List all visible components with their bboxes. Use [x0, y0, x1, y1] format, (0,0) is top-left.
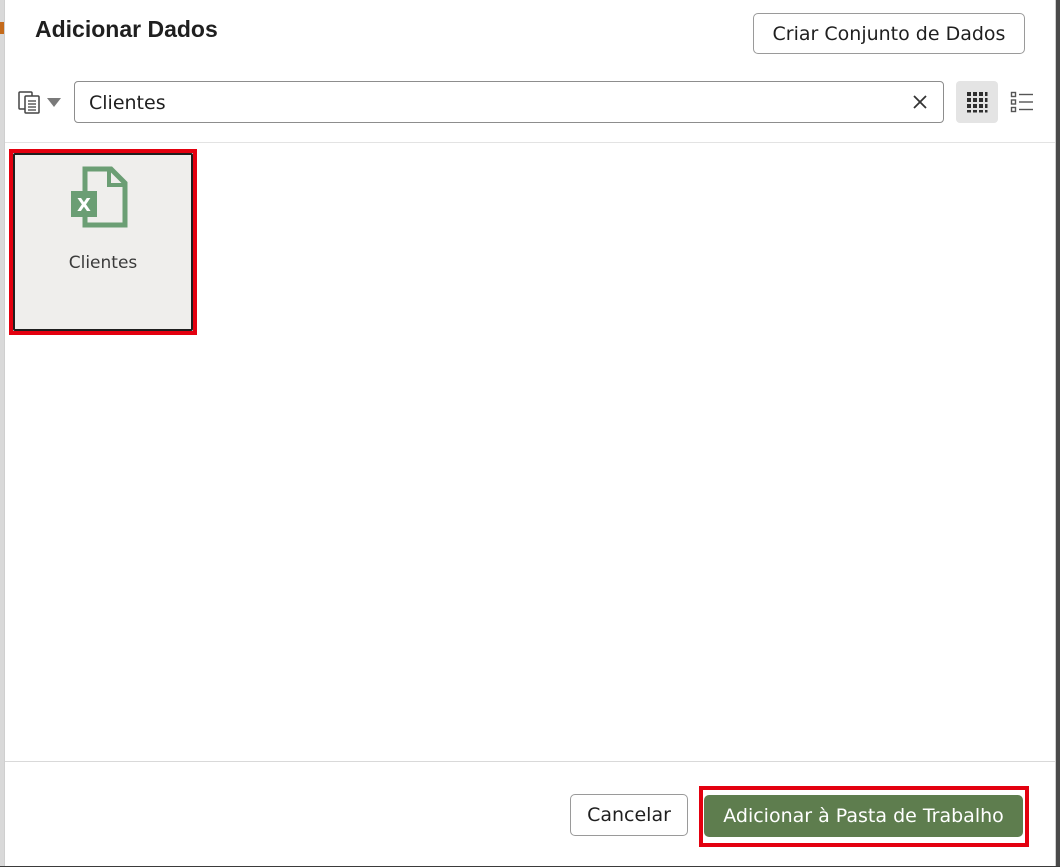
- cancel-button[interactable]: Cancelar: [570, 794, 688, 836]
- grid-view-button[interactable]: [956, 81, 998, 123]
- create-dataset-button[interactable]: Criar Conjunto de Dados: [753, 13, 1025, 54]
- close-icon[interactable]: [909, 91, 931, 113]
- dataset-card-label: Clientes: [68, 253, 138, 273]
- add-data-dialog: Adicionar Dados Criar Conjunto de Dados: [4, 0, 1056, 866]
- list-view-icon: [1010, 91, 1033, 113]
- dataset-card-clientes[interactable]: X Clientes: [13, 153, 193, 331]
- results-area: X Clientes: [5, 143, 1055, 761]
- data-source-picker[interactable]: [17, 88, 65, 116]
- excel-file-icon: X: [71, 166, 128, 228]
- search-field: [74, 81, 944, 123]
- dialog-toolbar: [5, 66, 1055, 143]
- list-view-button[interactable]: [1001, 81, 1043, 123]
- svg-text:X: X: [77, 195, 91, 216]
- data-source-icon: [18, 91, 40, 114]
- add-to-workbook-button[interactable]: Adicionar à Pasta de Trabalho: [704, 795, 1023, 837]
- chevron-down-icon: [47, 97, 61, 107]
- dialog-footer: Cancelar Adicionar à Pasta de Trabalho: [5, 761, 1055, 867]
- grid-view-icon: [967, 92, 988, 113]
- dialog-title: Adicionar Dados: [35, 16, 218, 42]
- search-input[interactable]: [87, 88, 891, 118]
